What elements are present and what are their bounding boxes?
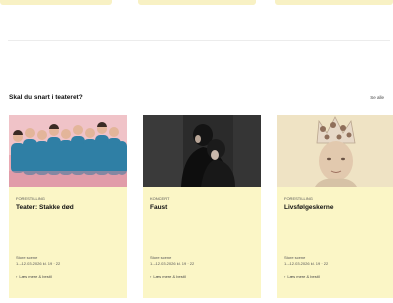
- card-dates: 1.–12.03.2026 kl. 19 · 22: [16, 261, 61, 266]
- card-category: FORESTILLING: [284, 196, 313, 201]
- previous-card-bottom: [275, 0, 393, 5]
- card-read-more-link[interactable]: › Læs mere & bestil: [16, 274, 52, 279]
- faust-photo: [143, 115, 261, 187]
- previous-card-bottom: [138, 0, 256, 5]
- arrow-right-icon: ›: [150, 274, 152, 279]
- arrow-right-icon: ›: [16, 274, 18, 279]
- card-read-more-link[interactable]: › Læs mere & bestil: [284, 274, 320, 279]
- card-venue: Store scene: [150, 255, 172, 260]
- arrow-right-icon: ›: [284, 274, 286, 279]
- crown-portrait-photo: [277, 115, 393, 187]
- top-strip: [0, 0, 393, 6]
- event-card[interactable]: FORESTILLING Livsfølgeskerne Store scene…: [277, 115, 393, 298]
- card-category: KONCERT: [150, 196, 170, 201]
- event-card[interactable]: KONCERT Faust Store scene 1.–12.03.2026 …: [143, 115, 261, 298]
- section-title: Skal du snart i teateret?: [9, 94, 83, 101]
- card-dates: 1.–12.03.2026 kl. 19 · 22: [284, 261, 329, 266]
- card-category: FORESTILLING: [16, 196, 45, 201]
- card-dates: 1.–12.03.2026 kl. 19 · 22: [150, 261, 195, 266]
- ensemble-photo: [9, 115, 127, 187]
- previous-card-bottom: [0, 0, 112, 5]
- card-link-label: Læs mere & bestil: [19, 274, 52, 279]
- see-all-link[interactable]: Se alle: [370, 95, 384, 100]
- card-title[interactable]: Faust: [150, 204, 167, 211]
- section-divider: [8, 40, 390, 41]
- card-venue: Store scene: [284, 255, 306, 260]
- card-link-label: Læs mere & bestil: [153, 274, 186, 279]
- card-venue: Store scene: [16, 255, 38, 260]
- card-read-more-link[interactable]: › Læs mere & bestil: [150, 274, 186, 279]
- card-title[interactable]: Teater: Stakke død: [16, 204, 74, 211]
- card-link-label: Læs mere & bestil: [287, 274, 320, 279]
- card-title[interactable]: Livsfølgeskerne: [284, 204, 334, 211]
- event-card[interactable]: FORESTILLING Teater: Stakke død Store sc…: [9, 115, 127, 298]
